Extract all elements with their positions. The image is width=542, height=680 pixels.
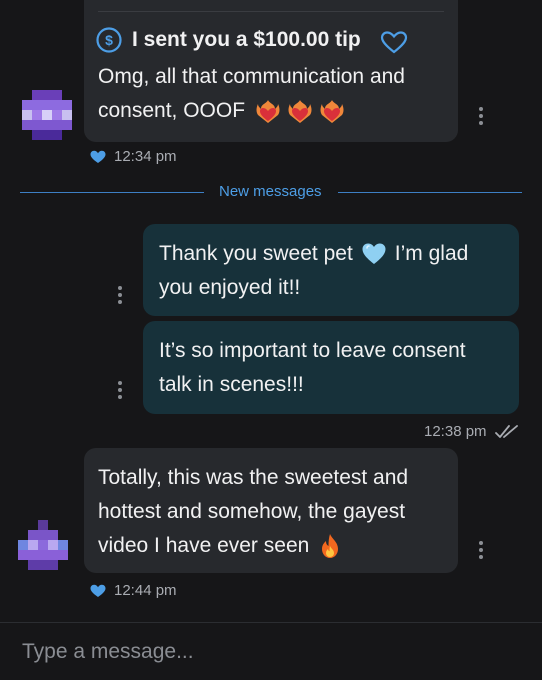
message-options-button[interactable]	[118, 286, 122, 304]
heart-on-fire-icon	[255, 98, 281, 124]
message-timestamp: 12:44 pm	[114, 582, 177, 599]
heart-on-fire-icon	[287, 98, 313, 124]
fire-icon	[319, 533, 341, 559]
message-line: It’s so important to leave consent	[159, 339, 466, 362]
heart-filled-icon	[90, 584, 106, 598]
message-outgoing: Thank you sweet pet I’m glad you enjoyed…	[143, 224, 519, 316]
message-line: I’m glad	[394, 242, 469, 265]
message-incoming-tip: $ I sent you a $100.00 tip Omg, all that…	[84, 0, 458, 142]
message-incoming: Totally, this was the sweetest and hotte…	[84, 448, 458, 573]
message-line: Totally, this was the sweetest and	[98, 466, 409, 489]
message-timestamp: 12:34 pm	[114, 148, 177, 165]
avatar[interactable]	[22, 90, 78, 146]
message-outgoing: It’s so important to leave consent talk …	[143, 321, 519, 414]
divider-line	[338, 192, 522, 193]
message-timestamp: 12:38 pm	[424, 423, 487, 440]
tip-text: I sent you a $100.00 tip	[132, 28, 361, 51]
svg-text:$: $	[105, 32, 113, 48]
message-line: talk in scenes!!!	[159, 373, 304, 396]
message-line: consent, OOOF	[98, 99, 246, 122]
divider-line	[20, 192, 204, 193]
message-line: you enjoyed it!!	[159, 276, 301, 299]
message-line: Omg, all that communication and	[98, 65, 405, 88]
new-messages-divider: New messages	[219, 183, 322, 200]
double-check-icon	[494, 424, 519, 440]
heart-outline-icon[interactable]	[379, 30, 409, 56]
message-options-button[interactable]	[118, 381, 122, 399]
message-options-button[interactable]	[479, 541, 483, 559]
heart-filled-icon	[90, 150, 106, 164]
message-line: video I have ever seen	[98, 534, 310, 557]
message-line: Thank you sweet pet	[159, 242, 353, 265]
heart-on-fire-icon	[319, 98, 345, 124]
avatar[interactable]	[18, 520, 74, 576]
message-line: hottest and somehow, the gayest	[98, 500, 406, 523]
composer-bar	[0, 622, 542, 680]
message-options-button[interactable]	[479, 107, 483, 125]
message-input[interactable]	[0, 623, 542, 680]
light-blue-heart-icon	[361, 242, 387, 266]
bubble-divider	[98, 11, 444, 12]
dollar-circle-icon: $	[96, 27, 122, 53]
